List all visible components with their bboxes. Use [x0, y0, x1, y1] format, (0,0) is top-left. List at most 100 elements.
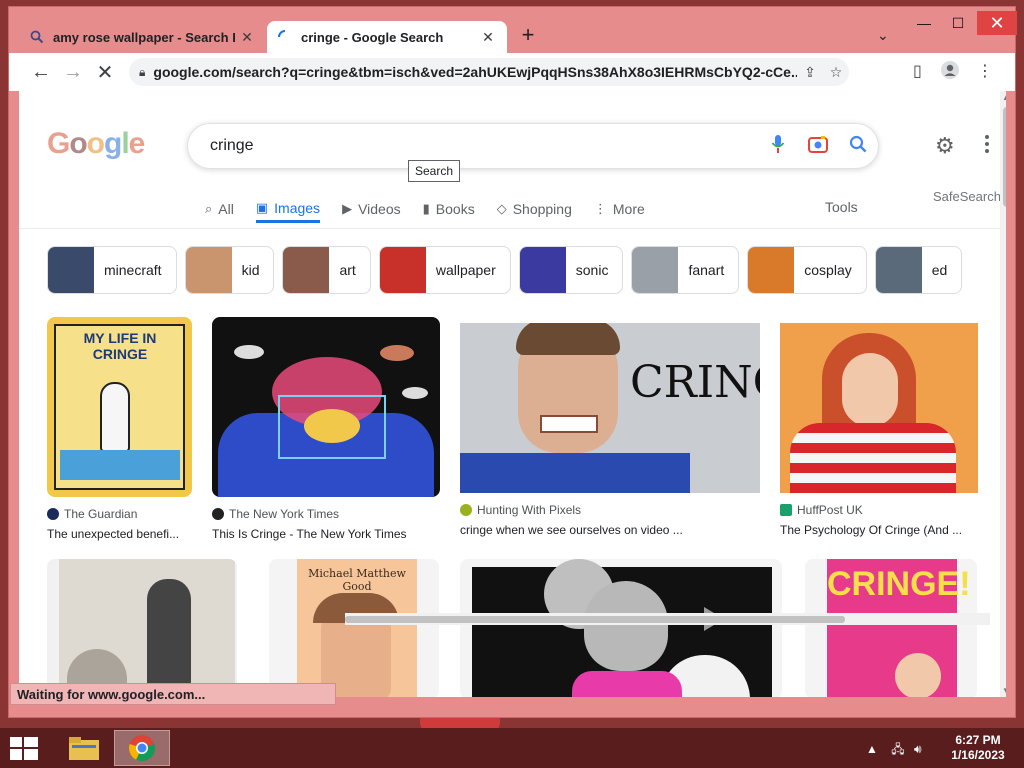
- system-tray: ▲ 🖧︎ 🔊︎: [866, 740, 922, 761]
- image-result[interactable]: CRINGE Hunting With Pixels cringe when w…: [460, 317, 760, 537]
- related-chip-minecraft[interactable]: minecraft: [47, 246, 177, 294]
- chip-thumbnail: [379, 247, 426, 293]
- stop-loading-button[interactable]: ✕: [89, 56, 121, 88]
- browser-toolbar: ← → ✕ 🔒︎ google.com/search?q=cringe&tbm=…: [9, 53, 1015, 91]
- tools-button[interactable]: Tools: [825, 199, 858, 215]
- scroll-down-arrow-icon[interactable]: ▼: [1002, 686, 1006, 695]
- related-chip-sonic[interactable]: sonic: [518, 246, 624, 294]
- volume-icon[interactable]: 🔊︎: [914, 742, 922, 756]
- tab-title: amy rose wallpaper - Search I: [53, 29, 236, 45]
- url-text[interactable]: google.com/search?q=cringe&tbm=isch&ved=…: [153, 64, 797, 80]
- vertical-scrollbar[interactable]: ▲ ▼: [1000, 91, 1006, 697]
- related-chip-kid[interactable]: kid: [184, 246, 275, 294]
- result-thumbnail[interactable]: [460, 559, 782, 697]
- chip-thumbnail: [185, 247, 232, 293]
- result-title[interactable]: This Is Cringe - The New York Times: [212, 527, 440, 541]
- camera-lens-icon[interactable]: [798, 135, 838, 158]
- tag-icon: ◇: [496, 201, 507, 216]
- tab-amy-rose-wallpaper[interactable]: amy rose wallpaper - Search I ✕: [19, 21, 266, 53]
- search-type-tabs: ⌕ All ▣ Images ▶ Videos ▮ Books ◇ Shopping ⋮ M…: [205, 195, 667, 223]
- horizontal-scroll-thumb[interactable]: [345, 616, 845, 623]
- network-icon[interactable]: 🖧︎: [891, 742, 904, 756]
- related-chip-art[interactable]: art: [282, 246, 371, 294]
- result-title[interactable]: The Psychology Of Cringe (And ...: [780, 523, 978, 537]
- result-thumbnail[interactable]: [47, 559, 237, 697]
- tab-cringe-search[interactable]: cringe - Google Search ✕: [267, 21, 507, 53]
- related-chip-cosplay[interactable]: cosplay: [747, 246, 867, 294]
- browser-menu-icon[interactable]: ⋮: [977, 61, 993, 81]
- video-icon: ▶: [342, 201, 353, 216]
- side-panel-icon[interactable]: ▯: [913, 61, 922, 81]
- microphone-icon[interactable]: [758, 134, 798, 159]
- result-source: The New York Times: [212, 507, 440, 521]
- search-input[interactable]: cringe: [210, 137, 758, 155]
- clock-time: 6:27 PM: [955, 733, 1001, 747]
- tab-title: cringe - Google Search: [301, 29, 444, 45]
- google-apps-icon[interactable]: [985, 135, 999, 155]
- result-title[interactable]: The unexpected benefi...: [47, 527, 192, 541]
- start-button[interactable]: [10, 737, 38, 761]
- google-logo[interactable]: Google: [47, 127, 145, 161]
- tab-books[interactable]: ▮ Books: [423, 195, 475, 223]
- vertical-scroll-thumb[interactable]: [1003, 107, 1006, 207]
- maximize-button[interactable]: ☐: [943, 11, 973, 35]
- chip-thumbnail: [632, 247, 679, 293]
- profile-avatar-icon[interactable]: [941, 61, 959, 84]
- clock-date: 1/16/2023: [951, 748, 1005, 762]
- address-bar[interactable]: 🔒︎ google.com/search?q=cringe&tbm=isch&v…: [129, 58, 849, 86]
- related-chip-wallpaper[interactable]: wallpaper: [378, 246, 511, 294]
- related-chip-fanart[interactable]: fanart: [631, 246, 740, 294]
- image-result[interactable]: MY LIFE IN CRINGE The Guardian The unexp…: [47, 317, 192, 541]
- tab-images[interactable]: ▣ Images: [255, 195, 321, 223]
- horizontal-scrollbar[interactable]: [345, 613, 990, 625]
- tab-shopping[interactable]: ◇ Shopping: [497, 195, 572, 223]
- safesearch-button[interactable]: SafeSearch: [933, 189, 1001, 204]
- settings-gear-icon[interactable]: ⚙: [935, 133, 955, 159]
- show-hidden-icons-icon[interactable]: ▲: [866, 742, 878, 756]
- search-favicon-icon: [29, 29, 45, 45]
- minimize-button[interactable]: —: [909, 11, 939, 35]
- chrome-taskbar-button[interactable]: [114, 730, 170, 766]
- share-icon[interactable]: ⇪: [797, 64, 823, 81]
- image-result[interactable]: CRINGE!: [805, 559, 977, 697]
- chip-label: sonic: [575, 262, 609, 278]
- search-icon[interactable]: [838, 135, 878, 158]
- image-result[interactable]: [47, 559, 237, 697]
- chip-label: kid: [241, 262, 260, 278]
- chip-label: fanart: [688, 262, 725, 278]
- result-thumbnail[interactable]: [212, 317, 440, 497]
- bookmark-star-icon[interactable]: ☆: [823, 64, 849, 81]
- result-thumbnail[interactable]: CRINGE: [460, 323, 760, 493]
- tab-all[interactable]: ⌕ All: [205, 195, 234, 223]
- close-window-button[interactable]: ✕: [977, 11, 1017, 35]
- chip-label: ed: [931, 262, 948, 278]
- search-box[interactable]: cringe: [187, 123, 879, 169]
- scroll-up-arrow-icon[interactable]: ▲: [1002, 93, 1006, 102]
- chip-thumbnail: [519, 247, 566, 293]
- back-button[interactable]: ←: [25, 56, 57, 88]
- image-result[interactable]: HuffPost UK The Psychology Of Cringe (An…: [780, 317, 978, 537]
- result-thumbnail[interactable]: MY LIFE IN CRINGE: [47, 317, 192, 497]
- result-thumbnail[interactable]: [780, 323, 978, 493]
- taskbar: ▲ 🖧︎ 🔊︎ 6:27 PM 1/16/2023: [0, 728, 1024, 768]
- chevron-down-icon[interactable]: ⌄: [877, 27, 889, 44]
- related-chip-ed[interactable]: ed: [874, 246, 963, 294]
- result-title[interactable]: cringe when we see ourselves on video ..…: [460, 523, 760, 537]
- taskbar-clock[interactable]: 6:27 PM 1/16/2023: [940, 733, 1016, 763]
- close-tab-icon[interactable]: ✕: [238, 29, 256, 46]
- forward-button[interactable]: →: [57, 56, 89, 88]
- google-images-page: Google cringe Search ⚙ ⌕ All ▣ Images ▶ Vid…: [19, 91, 1006, 697]
- lock-icon[interactable]: 🔒︎: [139, 65, 145, 80]
- image-result[interactable]: Michael Matthew Good: [269, 559, 439, 697]
- new-tab-button[interactable]: +: [517, 24, 539, 47]
- image-result[interactable]: The New York Times This Is Cringe - The …: [212, 317, 440, 541]
- image-result[interactable]: [460, 559, 782, 697]
- tab-more[interactable]: ⋮ More: [594, 195, 645, 223]
- close-tab-icon[interactable]: ✕: [479, 29, 497, 46]
- file-explorer-taskbar-button[interactable]: [56, 730, 112, 766]
- result-thumbnail[interactable]: Michael Matthew Good: [269, 559, 439, 697]
- huffpost-favicon-icon: [780, 504, 792, 516]
- result-thumbnail[interactable]: CRINGE!: [805, 559, 977, 697]
- tab-videos[interactable]: ▶ Videos: [342, 195, 401, 223]
- nyt-favicon-icon: [212, 508, 224, 520]
